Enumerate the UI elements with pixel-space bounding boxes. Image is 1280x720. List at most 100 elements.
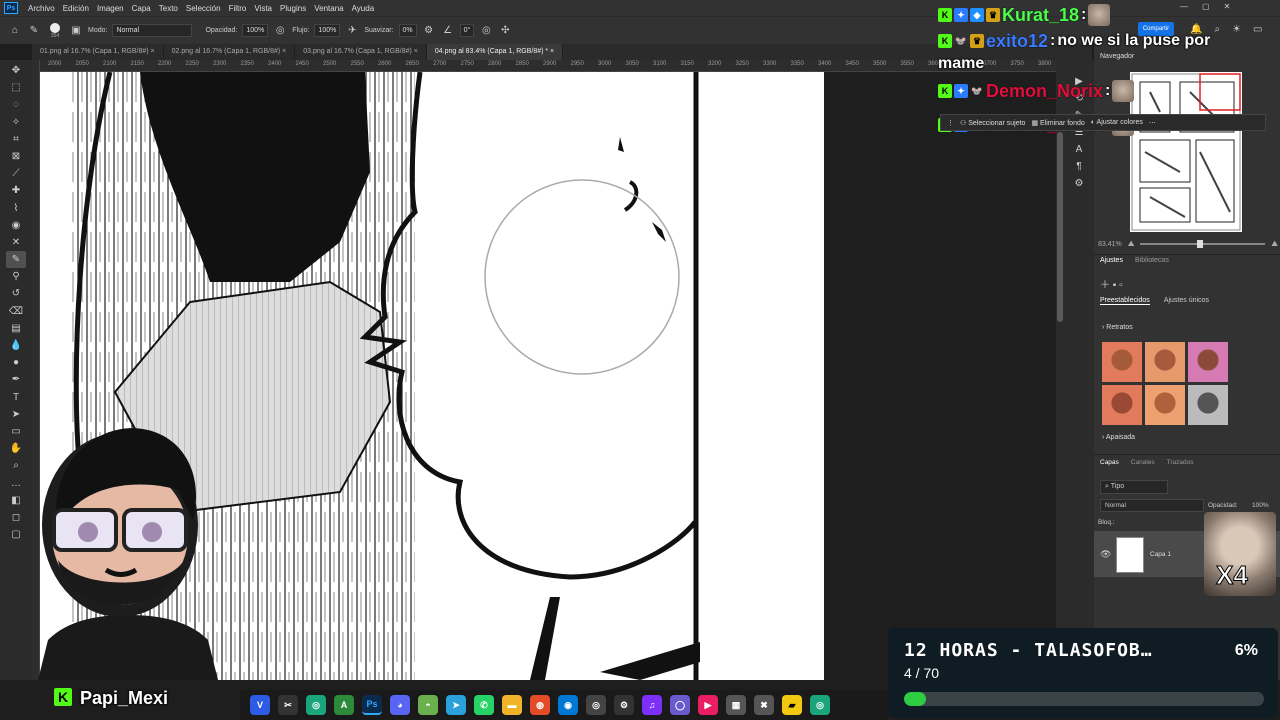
patch-tool-icon[interactable]: ⌇ [6, 200, 26, 217]
color-swatches-icon[interactable]: ◧ [6, 492, 26, 509]
angle-icon[interactable]: ∠ [441, 24, 455, 38]
search-app-icon[interactable]: ◯ [670, 695, 690, 715]
opacity-input[interactable]: 100% [242, 24, 269, 37]
adjust-icon[interactable]: ⚙ [1069, 178, 1089, 189]
menu-vista[interactable]: Vista [250, 4, 276, 13]
paragraph-icon[interactable]: ¶ [1069, 161, 1089, 172]
blend-mode-select[interactable]: Normal [1100, 499, 1204, 512]
eraser-tool-icon[interactable]: ⌫ [6, 303, 26, 320]
adjust-colors-button[interactable]: ◐ Ajustar colores [1091, 119, 1143, 126]
screen-mode-icon[interactable]: ▢ [6, 526, 26, 543]
menu-ventana[interactable]: Ventana [310, 4, 347, 13]
airbrush-icon[interactable]: ✈ [345, 24, 359, 38]
whatsapp-app-icon[interactable]: ✆ [474, 695, 494, 715]
gradient-tool-icon[interactable]: ▤ [6, 320, 26, 337]
lasso-tool-icon[interactable]: ◌ [6, 96, 26, 113]
image-viewer-icon[interactable]: ▦ [726, 695, 746, 715]
android-app-icon[interactable]: ◓ [418, 695, 438, 715]
tab-canales[interactable]: Canales [1131, 459, 1155, 466]
menu-capa[interactable]: Capa [128, 4, 155, 13]
app-icon[interactable]: ◎ [810, 695, 830, 715]
preset-thumb[interactable] [1188, 342, 1228, 382]
search-icon[interactable]: ⌕ [1214, 24, 1220, 35]
tool-app-icon[interactable]: ✖ [754, 695, 774, 715]
menu-plugins[interactable]: Plugins [276, 4, 310, 13]
type-tool-icon[interactable]: T [6, 389, 26, 406]
eye-icon[interactable]: 👁 [1100, 549, 1111, 560]
blur-tool-icon[interactable]: 💧 [6, 337, 26, 354]
gear-icon[interactable]: ⚙ [422, 24, 436, 38]
brush-settings-icon[interactable]: ▣ [69, 24, 83, 38]
menu-texto[interactable]: Texto [155, 4, 182, 13]
maximize-icon[interactable]: ▢ [1202, 2, 1210, 11]
media-player-icon[interactable]: ▶ [698, 695, 718, 715]
tab-01[interactable]: 01.png al 16.7% (Capa 1, RGB/8#) × [32, 44, 164, 60]
select-subject-button[interactable]: ⚇ Seleccionar sujeto [960, 119, 1025, 127]
crop-tool-icon[interactable]: ⌗ [6, 131, 26, 148]
tab-capas[interactable]: Capas [1100, 459, 1119, 466]
discord-app-icon[interactable]: ◕ [390, 695, 410, 715]
mode-select[interactable]: Normal [112, 24, 193, 37]
menu-edicion[interactable]: Edición [59, 4, 93, 13]
angle-input[interactable]: 0° [459, 24, 475, 37]
menu-ayuda[interactable]: Ayuda [348, 4, 379, 13]
tiktok-live-icon[interactable]: ♫ [642, 695, 662, 715]
healing-tool-icon[interactable]: ✚ [6, 182, 26, 199]
tab-ajustes[interactable]: Ajustes [1100, 257, 1123, 264]
capcut-app-icon[interactable]: ✂ [278, 695, 298, 715]
tab-02[interactable]: 02.png al 16.7% (Capa 1, RGB/8#) × [164, 44, 296, 60]
zoom-slider[interactable] [1140, 240, 1266, 248]
quick-select-tool-icon[interactable]: ✧ [6, 114, 26, 131]
brush-tool-icon[interactable]: ✎ [27, 24, 41, 38]
firefox-app-icon[interactable]: ◍ [530, 695, 550, 715]
discover-icon[interactable]: ☀ [1232, 24, 1241, 35]
close-icon[interactable]: ✕ [1224, 2, 1231, 11]
menu-archivo[interactable]: Archivo [24, 4, 59, 13]
quick-mask-icon[interactable]: ◻ [6, 509, 26, 526]
shape-tool-icon[interactable]: ▭ [6, 423, 26, 440]
smooth-input[interactable]: 0% [398, 24, 417, 37]
preset-thumb[interactable] [1102, 385, 1142, 425]
obs-app-icon[interactable]: ◎ [586, 695, 606, 715]
home-icon[interactable]: ⌂ [8, 24, 22, 38]
brush-tool-icon-active[interactable]: ✎ [6, 251, 26, 269]
tab-03[interactable]: 03.png al 16.7% (Capa 1, RGB/8#) × [295, 44, 427, 60]
hand-tool-icon[interactable]: ✋ [6, 440, 26, 457]
tab-04[interactable]: 04.png al 83.4% (Capa 1, RGB/8#) * × [426, 44, 564, 60]
brush-preset-picker[interactable]: 354 [46, 22, 64, 39]
bell-icon[interactable]: 🔔 [1190, 24, 1202, 35]
preset-thumb[interactable] [1102, 342, 1142, 382]
path-select-tool-icon[interactable]: ➤ [6, 406, 26, 423]
group-apaisada[interactable]: › Apaisada [1102, 434, 1135, 441]
zoom-in-icon[interactable]: ⛰ [1271, 239, 1278, 249]
clone-stamp-tool-icon[interactable]: ⚲ [6, 268, 26, 285]
zoom-tool-icon[interactable]: ⌕ [6, 457, 26, 474]
telegram-app-icon[interactable]: ➤ [446, 695, 466, 715]
crosshair-tool-icon[interactable]: ✕ [6, 234, 26, 251]
eyedropper-tool-icon[interactable]: ⟋ [6, 165, 26, 182]
edge-app-icon[interactable]: ◉ [558, 695, 578, 715]
photoshop-app-icon[interactable]: Ps [362, 695, 382, 715]
menu-filtro[interactable]: Filtro [225, 4, 251, 13]
preset-thumb[interactable] [1145, 342, 1185, 382]
workspace-icon[interactable]: ▭ [1253, 24, 1262, 35]
tab-preestablecidos[interactable]: Preestablecidos [1100, 297, 1150, 305]
flow-input[interactable]: 100% [314, 24, 341, 37]
minimize-icon[interactable]: — [1180, 2, 1188, 11]
frame-tool-icon[interactable]: ⊠ [6, 148, 26, 165]
menu-imagen[interactable]: Imagen [93, 4, 128, 13]
marquee-tool-icon[interactable]: ⬚ [6, 79, 26, 96]
settings-app-icon[interactable]: ⚙ [614, 695, 634, 715]
dodge-tool-icon[interactable]: ● [6, 354, 26, 371]
sticky-notes-icon[interactable]: ▰ [782, 695, 802, 715]
tab-trazados[interactable]: Trazados [1167, 459, 1194, 466]
symmetry-icon[interactable]: ✣ [498, 24, 512, 38]
clipstudio-app-icon[interactable]: ◎ [306, 695, 326, 715]
preset-thumb[interactable] [1188, 385, 1228, 425]
vpn-app-icon[interactable]: V [250, 695, 270, 715]
layer-filter-select[interactable]: ⌕ Tipo [1100, 480, 1168, 494]
more-tools-icon[interactable]: … [6, 475, 26, 492]
more-options-icon[interactable]: ⋯ [1149, 119, 1156, 127]
drag-handle-icon[interactable]: ⋮ [947, 119, 954, 127]
layer-opacity-value[interactable]: 100% [1252, 502, 1269, 509]
